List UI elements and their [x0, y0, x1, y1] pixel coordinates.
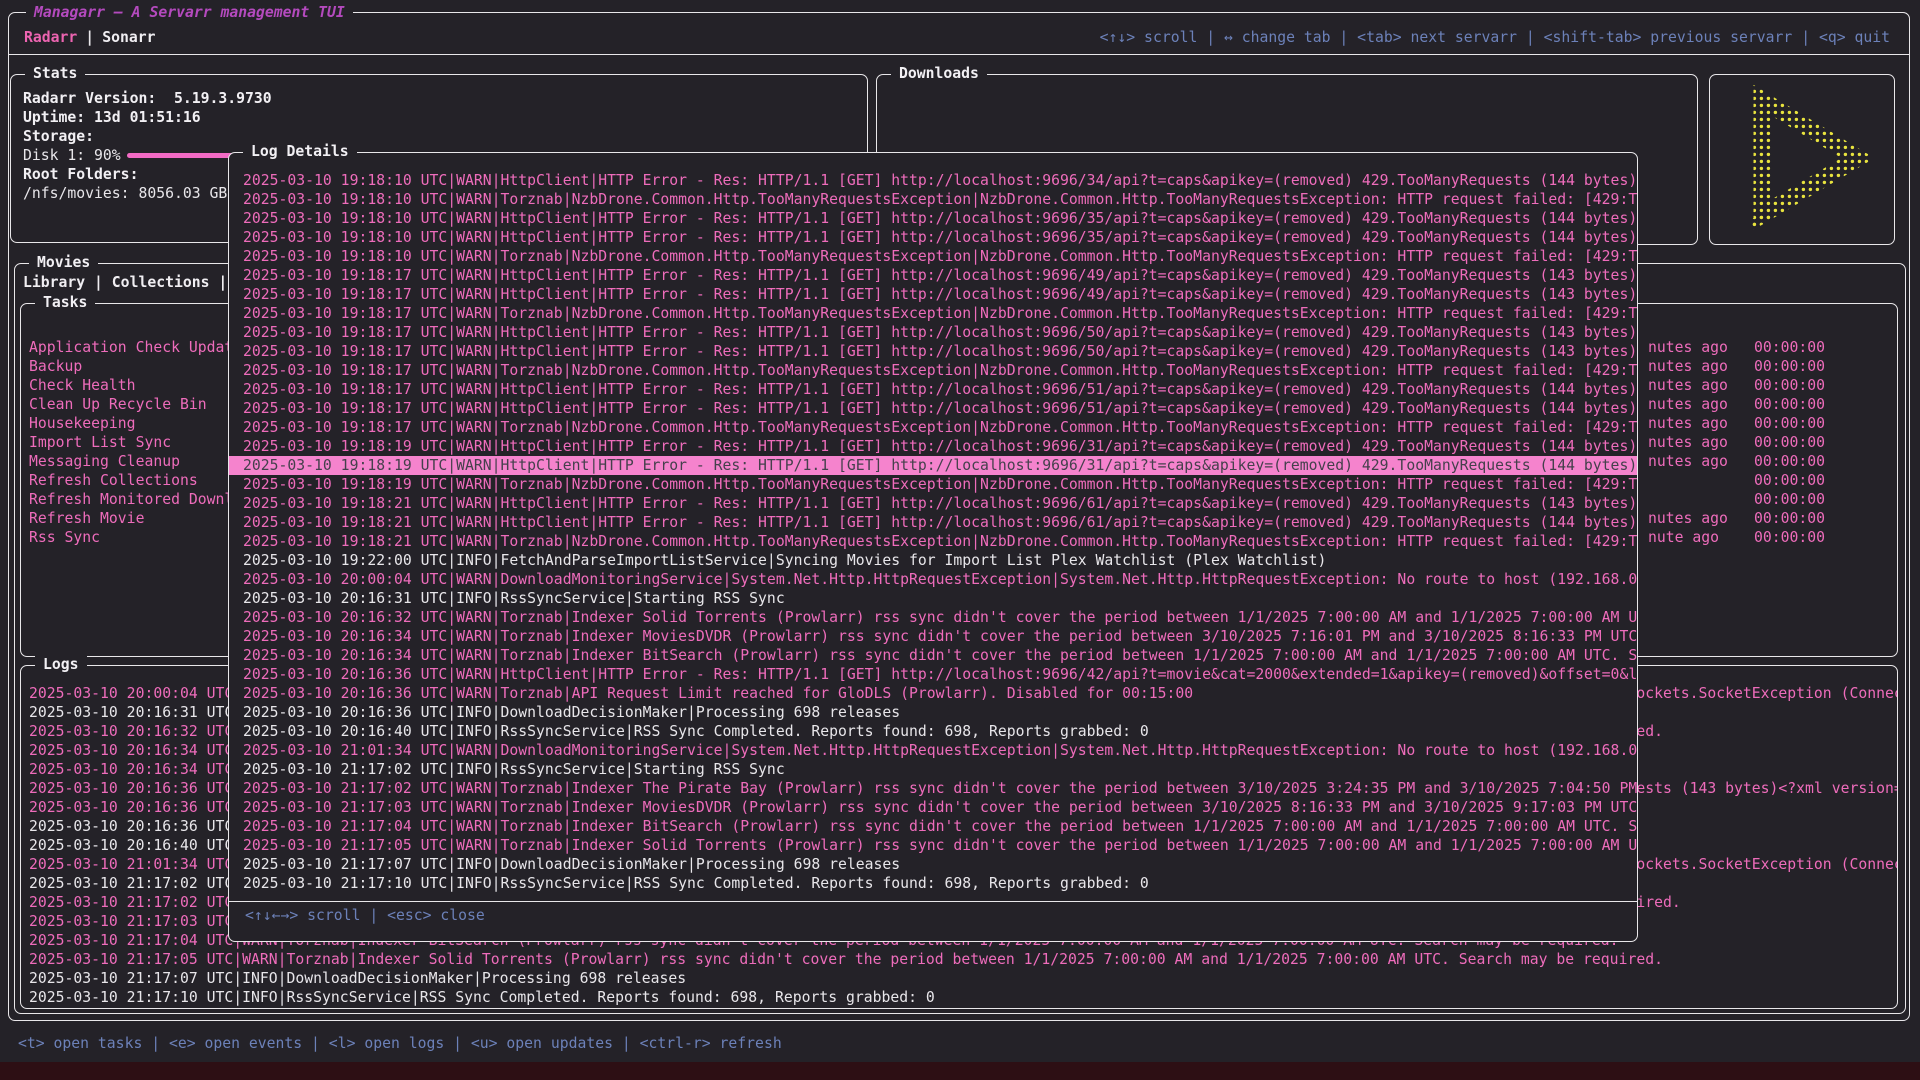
task-last-executed: nutes ago — [1648, 338, 1728, 357]
log-detail-row[interactable]: 2025-03-10 19:18:10 UTC|WARN|HttpClient|… — [229, 228, 1637, 247]
task-last-executed: nutes ago — [1648, 509, 1728, 528]
task-duration: 00:00:00 — [1754, 414, 1825, 433]
task-name: Import List Sync — [29, 433, 171, 452]
task-name: Refresh Collections — [29, 471, 198, 490]
log-row[interactable]: 2025-03-10 21:17:10 UTC|INFO|RssSyncServ… — [29, 988, 1897, 1007]
app-title: Managarr – A Servarr management TUI — [26, 3, 353, 22]
log-detail-row[interactable]: 2025-03-10 19:18:17 UTC|WARN|HttpClient|… — [229, 323, 1637, 342]
tab-separator: | — [77, 29, 102, 46]
log-detail-row[interactable]: 2025-03-10 21:17:10 UTC|INFO|RssSyncServ… — [229, 874, 1637, 893]
logo-panel — [1709, 74, 1895, 245]
bottom-keybindings: <t> open tasks | <e> open events | <l> o… — [18, 1034, 782, 1053]
log-detail-row[interactable]: 2025-03-10 19:18:17 UTC|WARN|HttpClient|… — [229, 266, 1637, 285]
log-detail-row[interactable]: 2025-03-10 19:18:17 UTC|WARN|HttpClient|… — [229, 399, 1637, 418]
log-detail-row[interactable]: 2025-03-10 19:18:21 UTC|WARN|HttpClient|… — [229, 494, 1637, 513]
log-detail-row[interactable]: 2025-03-10 19:18:21 UTC|WARN|HttpClient|… — [229, 513, 1637, 532]
log-detail-row[interactable]: 2025-03-10 21:17:02 UTC|INFO|RssSyncServ… — [229, 760, 1637, 779]
task-last-executed: nutes ago — [1648, 414, 1728, 433]
log-details-list[interactable]: 2025-03-10 19:18:10 UTC|WARN|HttpClient|… — [229, 153, 1637, 899]
downloads-panel-title: Downloads — [891, 64, 987, 83]
task-duration: 00:00:00 — [1754, 509, 1825, 528]
log-detail-row[interactable]: 2025-03-10 21:17:07 UTC|INFO|DownloadDec… — [229, 855, 1637, 874]
task-last-executed: nutes ago — [1648, 433, 1728, 452]
servarr-tabs: Radarr|Sonarr — [24, 28, 155, 47]
header-separator — [8, 54, 1910, 55]
task-name: Check Health — [29, 376, 136, 395]
log-detail-row[interactable]: 2025-03-10 19:18:10 UTC|WARN|Torznab|Nzb… — [229, 247, 1637, 266]
top-keybindings: <↑↓> scroll | ↔ change tab | <tab> next … — [1100, 28, 1890, 47]
log-detail-row[interactable]: 2025-03-10 19:18:10 UTC|WARN|Torznab|Nzb… — [229, 190, 1637, 209]
task-duration: 00:00:00 — [1754, 433, 1825, 452]
task-duration: 00:00:00 — [1754, 357, 1825, 376]
task-name: Application Check Update — [29, 338, 242, 357]
log-detail-row[interactable]: 2025-03-10 19:18:17 UTC|WARN|HttpClient|… — [229, 285, 1637, 304]
log-detail-row[interactable]: 2025-03-10 19:18:19 UTC|WARN|HttpClient|… — [229, 437, 1637, 456]
task-last-executed: nutes ago — [1648, 376, 1728, 395]
task-name: Clean Up Recycle Bin — [29, 395, 207, 414]
log-detail-row[interactable]: 2025-03-10 19:18:10 UTC|WARN|HttpClient|… — [229, 171, 1637, 190]
disk-usage-bar — [127, 153, 241, 158]
log-detail-row[interactable]: 2025-03-10 21:01:34 UTC|WARN|DownloadMon… — [229, 741, 1637, 760]
task-duration: 00:00:00 — [1754, 490, 1825, 509]
log-detail-row[interactable]: 2025-03-10 20:16:40 UTC|INFO|RssSyncServ… — [229, 722, 1637, 741]
modal-footer: <↑↓←→> scroll | <esc> close — [229, 901, 1637, 925]
movies-tabs[interactable]: Library | Collections | — [23, 273, 227, 292]
uptime: Uptime: 13d 01:51:16 — [23, 108, 867, 127]
desktop-background-strip — [0, 1062, 1920, 1080]
task-last-executed: nutes ago — [1648, 452, 1728, 471]
log-detail-row[interactable]: 2025-03-10 20:16:32 UTC|WARN|Torznab|Ind… — [229, 608, 1637, 627]
task-name: Rss Sync — [29, 528, 100, 547]
log-detail-row[interactable]: 2025-03-10 19:18:21 UTC|WARN|Torznab|Nzb… — [229, 532, 1637, 551]
log-row[interactable]: 2025-03-10 21:17:05 UTC|WARN|Torznab|Ind… — [29, 950, 1897, 969]
log-detail-row[interactable]: 2025-03-10 20:16:36 UTC|INFO|DownloadDec… — [229, 703, 1637, 722]
task-last-executed: nutes ago — [1648, 357, 1728, 376]
task-name: Refresh Movie — [29, 509, 144, 528]
log-detail-row[interactable]: 2025-03-10 20:00:04 UTC|WARN|DownloadMon… — [229, 570, 1637, 589]
log-detail-row[interactable]: 2025-03-10 20:16:34 UTC|WARN|Torznab|Ind… — [229, 627, 1637, 646]
log-row[interactable]: 2025-03-10 21:17:07 UTC|INFO|DownloadDec… — [29, 969, 1897, 988]
log-detail-row[interactable]: 2025-03-10 21:17:03 UTC|WARN|Torznab|Ind… — [229, 798, 1637, 817]
log-detail-row[interactable]: 2025-03-10 21:17:05 UTC|WARN|Torznab|Ind… — [229, 836, 1637, 855]
log-detail-row[interactable]: 2025-03-10 20:16:36 UTC|WARN|HttpClient|… — [229, 665, 1637, 684]
task-duration: 00:00:00 — [1754, 395, 1825, 414]
movies-panel-title: Movies — [29, 253, 98, 272]
task-duration: 00:00:00 — [1754, 528, 1825, 547]
log-details-modal: Log Details 2025-03-10 19:18:10 UTC|WARN… — [228, 152, 1638, 942]
log-detail-row[interactable]: 2025-03-10 19:18:17 UTC|WARN|HttpClient|… — [229, 342, 1637, 361]
log-detail-row[interactable]: 2025-03-10 19:18:17 UTC|WARN|HttpClient|… — [229, 380, 1637, 399]
task-duration: 00:00:00 — [1754, 338, 1825, 357]
log-detail-row-selected[interactable]: 2025-03-10 19:18:19 UTC|WARN|HttpClient|… — [229, 456, 1637, 475]
task-last-executed: nute ago — [1648, 528, 1719, 547]
tab-radarr[interactable]: Radarr — [24, 29, 77, 46]
log-detail-row[interactable]: 2025-03-10 19:18:17 UTC|WARN|Torznab|Nzb… — [229, 418, 1637, 437]
task-last-executed: nutes ago — [1648, 395, 1728, 414]
storage-label: Storage: — [23, 127, 867, 146]
log-detail-row[interactable]: 2025-03-10 19:22:00 UTC|INFO|FetchAndPar… — [229, 551, 1637, 570]
log-detail-row[interactable]: 2025-03-10 19:18:19 UTC|WARN|Torznab|Nzb… — [229, 475, 1637, 494]
log-detail-row[interactable]: 2025-03-10 19:18:17 UTC|WARN|Torznab|Nzb… — [229, 304, 1637, 323]
modal-keybindings: <↑↓←→> scroll | <esc> close — [245, 907, 485, 924]
task-name: Messaging Cleanup — [29, 452, 180, 471]
task-duration: 00:00:00 — [1754, 376, 1825, 395]
managarr-tui-screen: Managarr – A Servarr management TUI Rada… — [0, 0, 1920, 1080]
log-detail-row[interactable]: 2025-03-10 19:18:10 UTC|WARN|HttpClient|… — [229, 209, 1637, 228]
task-duration: 00:00:00 — [1754, 452, 1825, 471]
radarr-version: Radarr Version: 5.19.3.9730 — [23, 89, 867, 108]
task-duration: 00:00:00 — [1754, 471, 1825, 490]
log-detail-row[interactable]: 2025-03-10 20:16:34 UTC|WARN|Torznab|Ind… — [229, 646, 1637, 665]
log-detail-row[interactable]: 2025-03-10 21:17:02 UTC|WARN|Torznab|Ind… — [229, 779, 1637, 798]
radarr-logo-icon — [1710, 75, 1894, 244]
log-detail-row[interactable]: 2025-03-10 20:16:31 UTC|INFO|RssSyncServ… — [229, 589, 1637, 608]
log-detail-row[interactable]: 2025-03-10 19:18:17 UTC|WARN|Torznab|Nzb… — [229, 361, 1637, 380]
log-detail-row[interactable]: 2025-03-10 21:17:04 UTC|WARN|Torznab|Ind… — [229, 817, 1637, 836]
tab-sonarr[interactable]: Sonarr — [102, 29, 155, 46]
log-detail-row[interactable]: 2025-03-10 20:16:36 UTC|WARN|Torznab|API… — [229, 684, 1637, 703]
task-name: Backup — [29, 357, 82, 376]
task-name: Housekeeping — [29, 414, 136, 433]
